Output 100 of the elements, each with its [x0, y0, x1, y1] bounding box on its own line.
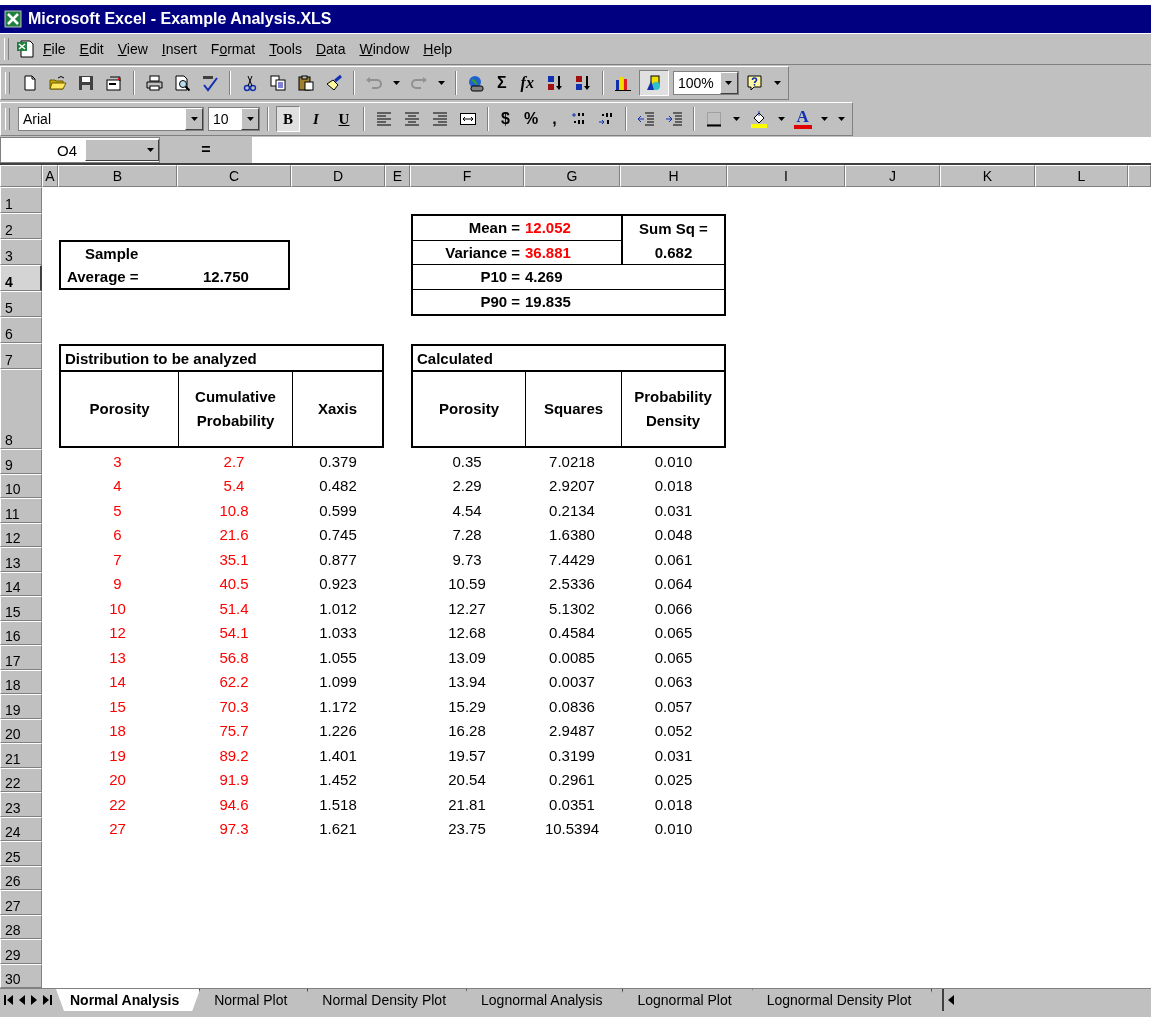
column-header[interactable]: A	[42, 165, 58, 187]
caret-icon[interactable]	[393, 81, 400, 85]
menu-item[interactable]: Data	[309, 38, 352, 60]
row-header[interactable]: 1	[0, 187, 42, 213]
name-box[interactable]: O4	[0, 137, 160, 163]
copy-icon[interactable]	[269, 74, 287, 92]
drawing-button[interactable]	[638, 70, 669, 96]
row-header[interactable]: 18	[0, 669, 42, 694]
row-header[interactable]: 14	[0, 571, 42, 596]
borders-icon[interactable]	[704, 110, 723, 128]
column-header[interactable]: G	[524, 165, 620, 187]
row-header[interactable]: 7	[0, 343, 42, 369]
row-header[interactable]: 25	[0, 841, 42, 866]
formula-equals-button[interactable]: =	[160, 137, 252, 163]
menu-item[interactable]: Insert	[155, 38, 203, 60]
previous-sheet-icon[interactable]	[18, 995, 26, 1005]
spelling-check-icon[interactable]	[201, 74, 219, 92]
bar-chart-icon[interactable]	[613, 74, 632, 92]
row-header[interactable]: 10	[0, 473, 42, 498]
column-header[interactable]: D	[291, 165, 385, 187]
sort-descending-icon[interactable]	[573, 74, 592, 92]
column-header[interactable]: K	[940, 165, 1035, 187]
row-header[interactable]: 26	[0, 865, 42, 890]
paintbrush-icon[interactable]	[325, 74, 343, 92]
caret-icon[interactable]	[777, 117, 785, 121]
caret-icon[interactable]	[725, 81, 733, 85]
row-header[interactable]: 23	[0, 792, 42, 817]
row-header[interactable]: 19	[0, 694, 42, 719]
paste-icon[interactable]	[297, 74, 315, 92]
row-header[interactable]: 27	[0, 890, 42, 915]
column-header[interactable]: L	[1035, 165, 1128, 187]
column-header[interactable]: E	[385, 165, 410, 187]
menu-item[interactable]: Tools	[263, 38, 308, 60]
row-header[interactable]: 13	[0, 547, 42, 572]
menu-item[interactable]: File	[37, 38, 72, 60]
caret-icon[interactable]	[190, 117, 198, 121]
select-all-corner[interactable]	[0, 165, 42, 187]
increase-indent-icon[interactable]	[664, 110, 683, 128]
row-header[interactable]: 16	[0, 620, 42, 645]
column-header[interactable]: H	[620, 165, 727, 187]
font-size-field[interactable]: 10	[208, 107, 260, 131]
mail-icon[interactable]	[105, 74, 123, 92]
formula-field[interactable]	[252, 137, 1151, 163]
row-header[interactable]: 29	[0, 939, 42, 964]
caret-icon[interactable]	[246, 117, 254, 121]
first-sheet-icon[interactable]	[4, 995, 14, 1005]
globe-icon[interactable]	[467, 74, 485, 92]
last-sheet-icon[interactable]	[42, 995, 52, 1005]
underline-button[interactable]: U	[332, 106, 356, 132]
row-header[interactable]: 3	[0, 239, 42, 265]
row-header[interactable]: 2	[0, 213, 42, 239]
column-header[interactable]: C	[177, 165, 291, 187]
row-header[interactable]: 22	[0, 767, 42, 792]
sheet-tab[interactable]: Normal Analysis	[56, 989, 201, 1011]
row-header[interactable]: 17	[0, 645, 42, 670]
caret-icon[interactable]	[732, 117, 740, 121]
caret-icon[interactable]	[820, 117, 828, 121]
menu-item[interactable]: Window	[353, 38, 416, 60]
save-icon[interactable]	[77, 74, 95, 92]
sort-ascending-icon[interactable]	[545, 74, 564, 92]
cut-icon[interactable]	[241, 74, 259, 92]
workbook-icon[interactable]	[15, 39, 35, 59]
print-icon[interactable]	[145, 74, 163, 92]
scroll-left-icon[interactable]	[947, 995, 956, 1005]
new-document-icon[interactable]	[21, 74, 39, 92]
decrease-indent-icon[interactable]	[636, 110, 655, 128]
font-color-button[interactable]: A	[791, 109, 814, 129]
next-sheet-icon[interactable]	[30, 995, 38, 1005]
bold-button[interactable]: B	[276, 106, 300, 132]
row-header[interactable]: 20	[0, 718, 42, 743]
align-center-icon[interactable]	[403, 110, 421, 128]
italic-button[interactable]: I	[304, 106, 328, 132]
font-field[interactable]: Arial	[18, 107, 204, 131]
row-header[interactable]: 8	[0, 369, 42, 449]
row-header[interactable]: 11	[0, 498, 42, 523]
row-header[interactable]: 30	[0, 963, 42, 988]
column-header[interactable]: B	[58, 165, 177, 187]
help-icon[interactable]	[745, 74, 764, 92]
function-button[interactable]: fx	[515, 74, 539, 92]
column-header[interactable]: J	[845, 165, 940, 187]
row-header[interactable]: 5	[0, 291, 42, 317]
menu-item[interactable]: Help	[417, 38, 459, 60]
menu-item[interactable]: Format	[204, 38, 262, 60]
row-header[interactable]: 28	[0, 914, 42, 939]
column-header[interactable]	[1128, 165, 1151, 187]
menu-item[interactable]: Edit	[73, 38, 110, 60]
row-header[interactable]: 4	[0, 265, 42, 291]
row-header[interactable]: 24	[0, 816, 42, 841]
row-header[interactable]: 6	[0, 317, 42, 343]
row-header[interactable]: 12	[0, 522, 42, 547]
column-header[interactable]: I	[727, 165, 845, 187]
open-folder-icon[interactable]	[49, 74, 67, 92]
align-right-icon[interactable]	[431, 110, 449, 128]
merge-center-icon[interactable]	[459, 110, 477, 128]
percent-button[interactable]: %	[518, 110, 544, 128]
align-left-icon[interactable]	[375, 110, 393, 128]
row-header[interactable]: 9	[0, 449, 42, 474]
shapes-icon[interactable]	[644, 74, 663, 92]
menu-item[interactable]: View	[111, 38, 154, 60]
column-header[interactable]: F	[410, 165, 524, 187]
